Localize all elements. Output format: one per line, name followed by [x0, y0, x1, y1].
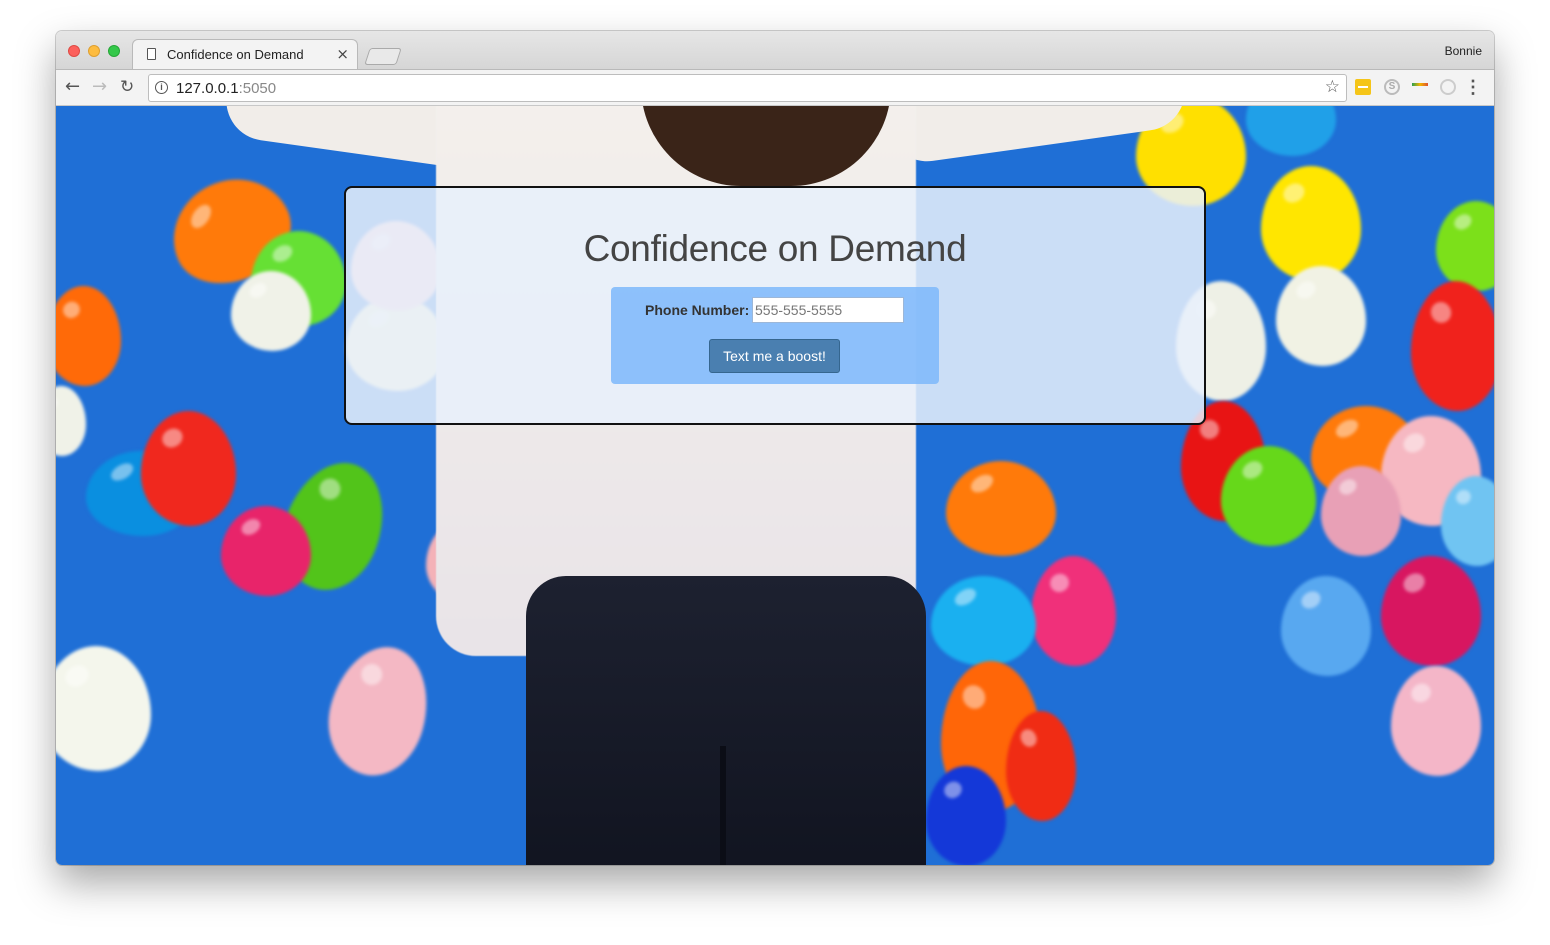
- balloon: [141, 411, 236, 526]
- text-me-a-boost-button[interactable]: Text me a boost!: [709, 339, 840, 373]
- tab-confidence-on-demand[interactable]: Confidence on Demand ×: [132, 39, 358, 69]
- balloon: [56, 646, 151, 771]
- browser-menu-icon[interactable]: ⋮: [1464, 76, 1482, 98]
- boost-form: Phone Number: Text me a boost!: [611, 287, 939, 384]
- person-pants: [526, 576, 926, 865]
- balloon: [221, 506, 311, 596]
- balloon: [1031, 556, 1116, 666]
- balloon: [1281, 576, 1371, 676]
- tab-bar: Confidence on Demand × Bonnie: [56, 31, 1494, 69]
- balloon: [931, 576, 1036, 666]
- extension-yellow-icon[interactable]: [1355, 79, 1371, 95]
- balloon: [1436, 201, 1494, 291]
- url-port: :5050: [238, 80, 277, 97]
- balloon: [1221, 446, 1316, 546]
- close-window-button[interactable]: [68, 45, 80, 57]
- drive-extension-icon[interactable]: [1412, 79, 1428, 95]
- balloon: [1276, 266, 1366, 366]
- balloon: [1261, 166, 1361, 281]
- balloon: [926, 766, 1006, 865]
- document-icon: [147, 48, 156, 60]
- new-tab-button[interactable]: [364, 48, 402, 65]
- sync-extension-icon[interactable]: [1440, 79, 1456, 95]
- url-text[interactable]: 127.0.0.1:5050: [176, 80, 276, 97]
- reload-icon[interactable]: ↻: [120, 76, 134, 98]
- balloon: [1391, 666, 1481, 776]
- balloon: [56, 386, 86, 456]
- minimize-window-button[interactable]: [88, 45, 100, 57]
- balloon: [946, 461, 1056, 556]
- balloon: [1381, 556, 1481, 666]
- info-icon[interactable]: i: [155, 81, 168, 94]
- balloon: [56, 286, 121, 386]
- bookmark-star-icon[interactable]: ☆: [1325, 77, 1340, 97]
- forward-arrow-icon[interactable]: →: [92, 76, 107, 98]
- maximize-window-button[interactable]: [108, 45, 120, 57]
- profile-name[interactable]: Bonnie: [1445, 44, 1482, 58]
- page-title: Confidence on Demand: [583, 228, 967, 269]
- browser-window: Confidence on Demand × Bonnie ← → ↻ i 12…: [56, 31, 1494, 865]
- balloon: [1321, 466, 1401, 556]
- balloon: [1006, 711, 1076, 821]
- browser-toolbar: ← → ↻ i 127.0.0.1:5050 ☆ S ⋮: [56, 69, 1494, 106]
- back-arrow-icon[interactable]: ←: [65, 76, 80, 98]
- phone-number-label: Phone Number:: [645, 302, 750, 318]
- tab-close-icon[interactable]: ×: [336, 45, 349, 63]
- tab-title: Confidence on Demand: [167, 47, 304, 62]
- page-viewport: Confidence on Demand Phone Number: Text …: [56, 106, 1494, 865]
- url-host: 127.0.0.1: [176, 80, 239, 97]
- address-bar[interactable]: i 127.0.0.1:5050 ☆: [148, 74, 1347, 102]
- balloon: [1246, 106, 1336, 156]
- balloon: [315, 635, 442, 787]
- person-pants-seam: [720, 746, 726, 865]
- skype-extension-icon[interactable]: S: [1384, 79, 1400, 95]
- balloon: [1411, 281, 1494, 411]
- main-card: Confidence on Demand Phone Number: Text …: [344, 186, 1206, 425]
- balloon: [231, 271, 311, 351]
- phone-number-input[interactable]: [752, 297, 904, 323]
